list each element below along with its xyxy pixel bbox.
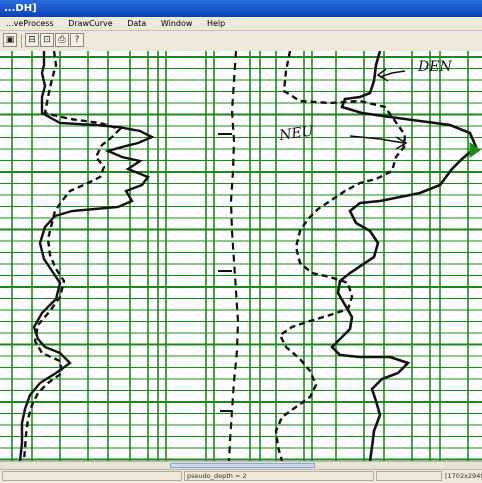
depth-tick-marks	[218, 133, 232, 412]
horizontal-scrollbar[interactable]	[0, 461, 482, 469]
track3-solid-curve	[330, 51, 478, 461]
den-annotation-arrow	[376, 68, 406, 82]
window-title: ...DH]	[4, 3, 37, 14]
menu-item-process[interactable]: ...veProcess	[0, 17, 60, 30]
menu-item-drawcurve[interactable]: DrawCurve	[62, 17, 119, 30]
menu-item-window[interactable]: Window	[155, 17, 199, 30]
status-pane-depth: pseudo_depth = 2	[184, 471, 374, 481]
toolbar-separator	[21, 34, 22, 48]
status-pane-blank	[2, 471, 182, 481]
save-icon[interactable]: ▣	[3, 33, 17, 47]
copy-icon[interactable]: ⊡	[40, 33, 54, 47]
horizontal-grid	[0, 56, 482, 461]
well-log-image: DEN NEU	[0, 51, 482, 461]
status-bar: pseudo_depth = 2 [1702x2940]	[0, 469, 482, 483]
print-icon[interactable]: ⎙	[55, 33, 69, 47]
title-bar: ...DH]	[0, 0, 482, 17]
status-image-size: [1702x2940]	[445, 472, 482, 480]
help-icon[interactable]: ?	[70, 33, 84, 47]
track1-solid-curve	[18, 51, 155, 461]
scroll-thumb[interactable]	[170, 463, 315, 468]
menu-item-help[interactable]: Help	[201, 17, 231, 30]
vertical-grid	[11, 51, 469, 461]
den-label: DEN	[417, 59, 452, 75]
status-pane-empty	[376, 471, 442, 481]
track1-dashed-curve	[22, 51, 123, 461]
track3-dashed-curve	[274, 51, 407, 461]
log-canvas[interactable]: DEN NEU	[0, 51, 482, 461]
menu-item-data[interactable]: Data	[121, 17, 152, 30]
cut-icon[interactable]: ⊟	[25, 33, 39, 47]
menu-bar: ...veProcess DrawCurve Data Window Help	[0, 17, 482, 31]
toolbar: ▣ ⊟ ⊡ ⎙ ?	[0, 31, 482, 52]
center-dashed-curve	[227, 51, 240, 461]
